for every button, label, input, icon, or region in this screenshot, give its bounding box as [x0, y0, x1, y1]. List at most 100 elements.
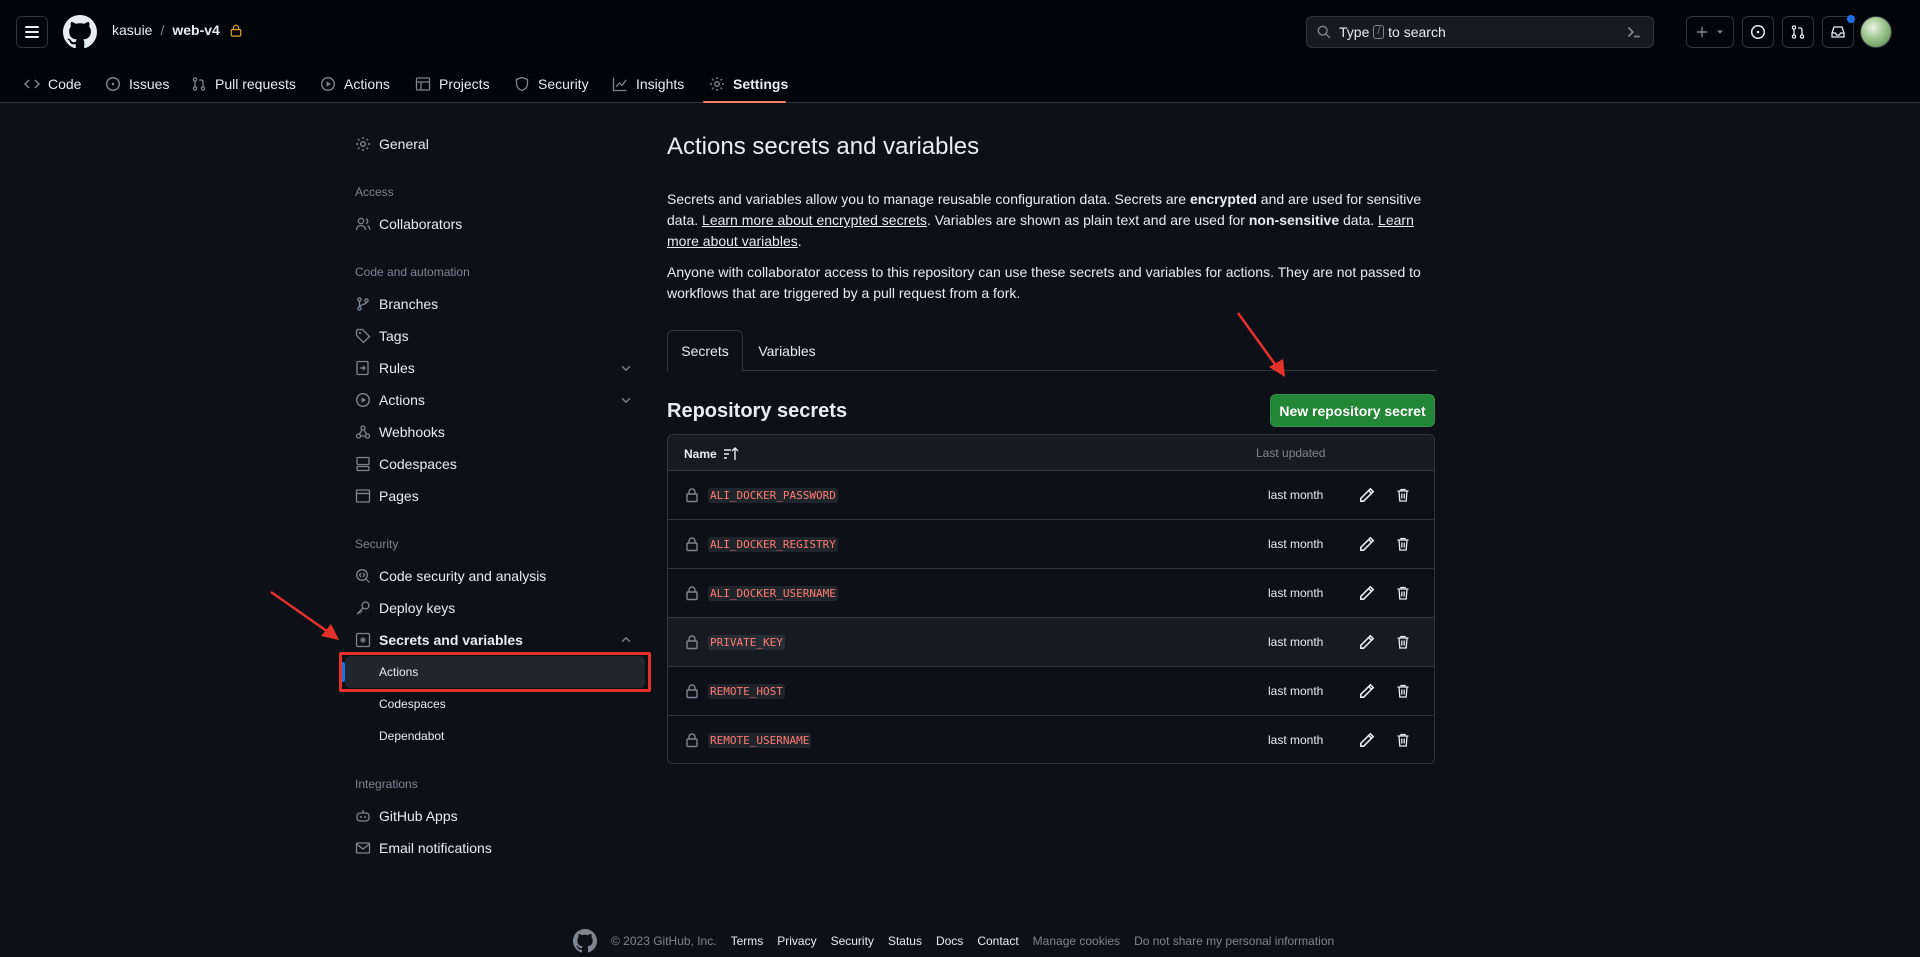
menu-icon[interactable] [16, 16, 48, 48]
sidebar-item-rules[interactable]: Rules [349, 353, 641, 383]
avatar[interactable] [1860, 16, 1892, 48]
trash-icon[interactable] [1395, 584, 1411, 602]
github-mark-icon[interactable] [573, 929, 597, 953]
key-icon [356, 601, 370, 615]
pencil-icon[interactable] [1358, 584, 1376, 602]
footer-link-status[interactable]: Status [888, 934, 922, 948]
footer-do-not-share[interactable]: Do not share my personal information [1134, 934, 1334, 948]
trash-icon[interactable] [1395, 731, 1411, 749]
sidebar-item-collaborators[interactable]: Collaborators [349, 209, 641, 239]
command-palette-icon[interactable] [1625, 23, 1643, 41]
tab-code-label: Code [48, 75, 82, 92]
trash-icon[interactable] [1395, 535, 1411, 553]
secrets-variables-tabs: Secrets Variables [667, 330, 1437, 372]
sidebar-item-tags[interactable]: Tags [349, 321, 641, 351]
sidebar-item-email-notifications[interactable]: Email notifications [349, 833, 641, 863]
pull-requests-button[interactable] [1782, 16, 1814, 48]
sidebar-subitem-codespaces[interactable]: Codespaces [345, 688, 645, 720]
sidebar-item-github-apps[interactable]: GitHub Apps [349, 801, 641, 831]
search-icon [1317, 25, 1331, 39]
repo-name-link[interactable]: web-v4 [172, 22, 219, 38]
footer-link-privacy[interactable]: Privacy [777, 934, 816, 948]
tab-code[interactable]: Code [24, 64, 81, 103]
sidebar-item-code-security[interactable]: Code security and analysis [349, 561, 641, 591]
sidebar-item-deploy-keys[interactable]: Deploy keys [349, 593, 641, 623]
footer-manage-cookies[interactable]: Manage cookies [1033, 934, 1120, 948]
trash-icon[interactable] [1395, 633, 1411, 651]
secrets-table: Name Last updated ALI_DOCKER_PASSWORD las… [667, 434, 1435, 764]
sidebar-item-label: Rules [379, 360, 415, 376]
sidebar-subitem-label: Codespaces [379, 697, 446, 711]
active-tab-underline [703, 101, 786, 103]
learn-more-secrets-link[interactable]: Learn more about encrypted secrets [702, 212, 927, 228]
pencil-icon[interactable] [1358, 633, 1376, 651]
chevron-down-icon[interactable] [619, 393, 633, 407]
sidebar-item-pages[interactable]: Pages [349, 481, 641, 511]
table-header: Name Last updated [668, 435, 1434, 471]
footer-link-security[interactable]: Security [831, 934, 874, 948]
footer: © 2023 GitHub, Inc. Terms Privacy Securi… [573, 929, 1334, 953]
chevron-up-icon[interactable] [619, 633, 633, 647]
tab-settings-label: Settings [733, 75, 789, 92]
sidebar-item-secrets-and-variables[interactable]: Secrets and variables [349, 625, 641, 655]
desc-emphasis-non-sensitive: non-sensitive [1248, 212, 1340, 228]
sidebar-item-branches[interactable]: Branches [349, 289, 641, 319]
sidebar-item-actions[interactable]: Actions [349, 385, 641, 415]
table-row: ALI_DOCKER_USERNAME last month [668, 569, 1434, 618]
tab-settings[interactable]: Settings [709, 64, 788, 103]
secret-last-updated: last month [1268, 488, 1324, 502]
plus-icon [1696, 26, 1708, 38]
desc-text: data. [1339, 212, 1379, 228]
annotation-highlight-box [339, 652, 651, 692]
table-row: ALI_DOCKER_REGISTRY last month [668, 520, 1434, 569]
sidebar-subitem-label: Dependabot [379, 729, 445, 743]
table-icon [415, 76, 431, 91]
create-new-button[interactable] [1686, 16, 1734, 48]
tab-issues[interactable]: Issues [105, 64, 169, 103]
desc-text: . Variables are shown as plain text and … [926, 212, 1249, 228]
trash-icon[interactable] [1395, 486, 1411, 504]
sidebar-item-general[interactable]: General [349, 129, 641, 159]
footer-link-contact[interactable]: Contact [977, 934, 1018, 948]
sidebar-heading-code-automation: Code and automation [355, 265, 470, 279]
footer-link-docs[interactable]: Docs [936, 934, 963, 948]
pencil-icon[interactable] [1358, 535, 1376, 553]
sidebar-item-webhooks[interactable]: Webhooks [349, 417, 641, 447]
issue-icon [105, 76, 121, 91]
global-header: kasuie / web-v4 Type / to search Code Is… [0, 0, 1920, 103]
tab-security-label: Security [538, 75, 589, 92]
search-input[interactable]: Type / to search [1306, 16, 1654, 48]
webhook-icon [355, 425, 371, 439]
tab-security[interactable]: Security [514, 64, 589, 103]
tab-actions[interactable]: Actions [320, 64, 390, 103]
tab-variables[interactable]: Variables [743, 330, 831, 371]
sort-ascending-icon[interactable] [723, 446, 739, 462]
table-row: PRIVATE_KEY last month [668, 618, 1434, 667]
tab-projects[interactable]: Projects [415, 64, 490, 103]
repo-owner-link[interactable]: kasuie [112, 22, 152, 38]
issues-button[interactable] [1742, 16, 1774, 48]
search-shortcut-key: / [1373, 25, 1385, 39]
tab-secrets[interactable]: Secrets [667, 330, 743, 372]
apps-icon [356, 810, 370, 822]
notification-indicator [1847, 15, 1855, 23]
pencil-icon[interactable] [1358, 486, 1376, 504]
annotation-arrow-left [270, 590, 339, 640]
play-icon [355, 392, 371, 408]
pencil-icon[interactable] [1358, 682, 1376, 700]
github-logo-icon[interactable] [63, 15, 97, 49]
mail-icon [355, 842, 371, 854]
column-header-name[interactable]: Name [684, 446, 739, 462]
table-row: REMOTE_USERNAME last month [668, 716, 1434, 763]
footer-link-terms[interactable]: Terms [731, 934, 764, 948]
sidebar-subitem-dependabot[interactable]: Dependabot [345, 720, 645, 752]
chevron-down-icon[interactable] [619, 361, 633, 375]
secret-name: ALI_DOCKER_REGISTRY [708, 537, 838, 552]
new-repository-secret-button[interactable]: New repository secret [1270, 394, 1435, 427]
sidebar-item-codespaces[interactable]: Codespaces [349, 449, 641, 479]
tab-pull-requests[interactable]: Pull requests [191, 64, 296, 103]
pencil-icon[interactable] [1358, 731, 1376, 749]
sidebar-item-label: Code security and analysis [379, 568, 547, 584]
tab-insights[interactable]: Insights [612, 64, 684, 103]
trash-icon[interactable] [1395, 682, 1411, 700]
